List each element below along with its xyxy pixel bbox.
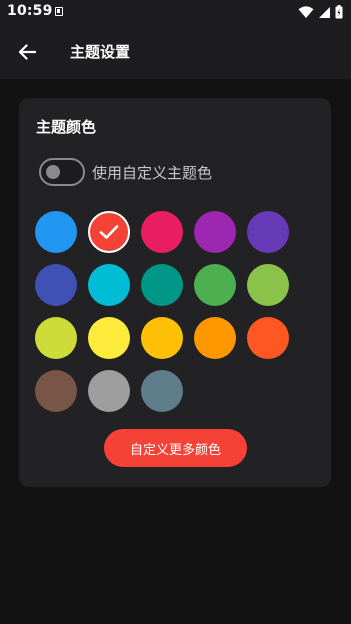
theme-color-card: 主题颜色 使用自定义主题色 自定义更多颜色 xyxy=(19,98,331,487)
custom-theme-toggle[interactable] xyxy=(39,158,85,186)
color-swatch[interactable] xyxy=(35,264,77,306)
status-time: 10:59 xyxy=(7,3,53,19)
color-swatch[interactable] xyxy=(247,317,289,359)
toggle-knob xyxy=(46,165,60,179)
status-icons xyxy=(298,4,343,20)
wifi-icon xyxy=(298,5,314,18)
custom-theme-toggle-row[interactable]: 使用自定义主题色 xyxy=(39,156,212,188)
color-swatch[interactable] xyxy=(194,211,236,253)
color-swatch[interactable] xyxy=(35,370,77,412)
status-bar: 10:59 xyxy=(0,0,351,24)
battery-icon xyxy=(335,5,343,19)
color-swatch[interactable] xyxy=(88,370,130,412)
more-colors-button[interactable]: 自定义更多颜色 xyxy=(104,429,247,467)
color-swatch[interactable] xyxy=(35,211,77,253)
color-swatch[interactable] xyxy=(194,264,236,306)
color-swatch-grid xyxy=(35,211,295,412)
color-swatch[interactable] xyxy=(247,264,289,306)
custom-theme-toggle-label: 使用自定义主题色 xyxy=(92,163,213,182)
signal-icon xyxy=(319,6,330,18)
app-bar: 主题设置 xyxy=(0,24,351,79)
color-swatch[interactable] xyxy=(88,211,130,253)
color-swatch[interactable] xyxy=(194,317,236,359)
color-swatch[interactable] xyxy=(141,370,183,412)
color-swatch[interactable] xyxy=(88,264,130,306)
theme-settings-screen: 10:59 主题设置 主题颜色 使用自定义主题色 自定义更多颜色 xyxy=(0,0,351,624)
card-title: 主题颜色 xyxy=(36,118,97,136)
color-swatch[interactable] xyxy=(141,211,183,253)
check-icon xyxy=(99,225,119,239)
color-swatch[interactable] xyxy=(88,317,130,359)
page-title: 主题设置 xyxy=(70,43,131,61)
color-swatch[interactable] xyxy=(247,211,289,253)
color-swatch[interactable] xyxy=(141,264,183,306)
arrow-left-icon xyxy=(18,44,36,60)
color-swatch[interactable] xyxy=(35,317,77,359)
notification-icon xyxy=(55,7,63,16)
back-button[interactable] xyxy=(12,37,42,67)
color-swatch[interactable] xyxy=(141,317,183,359)
